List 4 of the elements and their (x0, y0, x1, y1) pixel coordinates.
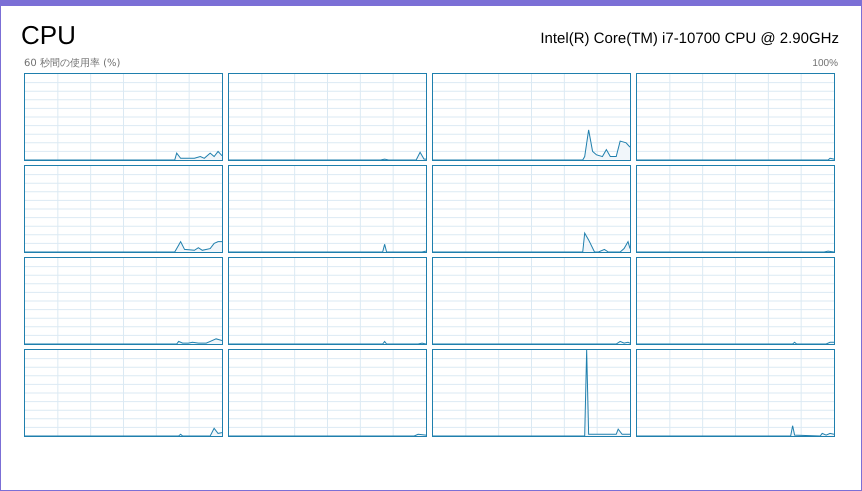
axis-caption: 60 秒間の使用率 (%) (24, 56, 120, 71)
processor-name: Intel(R) Core(TM) i7-10700 CPU @ 2.90GHz (540, 31, 840, 48)
max-label: 100% (812, 57, 838, 71)
page-title: CPU (21, 22, 76, 48)
